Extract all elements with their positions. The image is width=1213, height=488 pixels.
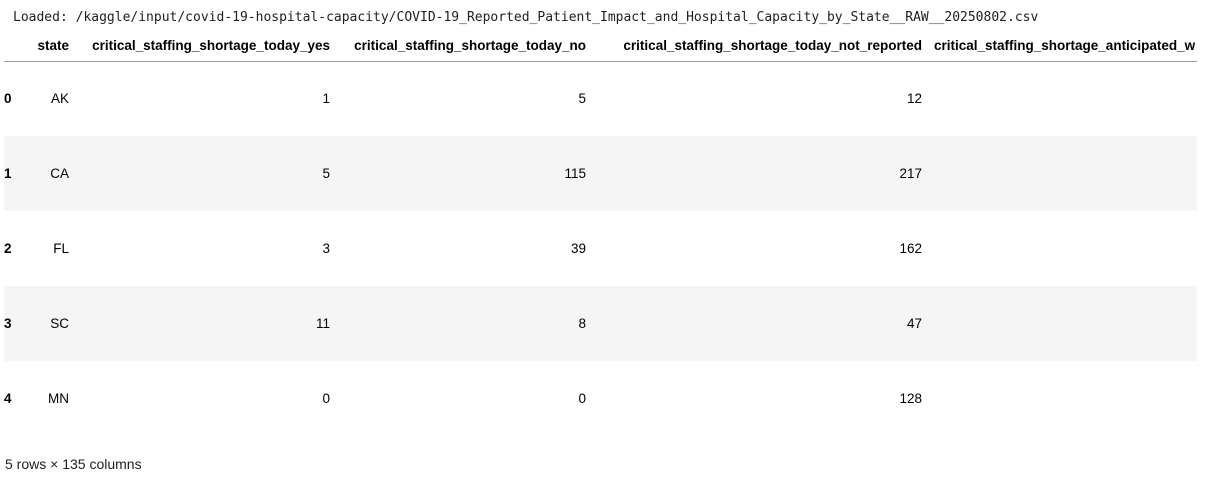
table-row: 2 FL 3 39 162 bbox=[4, 211, 1197, 286]
table-cell: 5 bbox=[322, 166, 330, 181]
table-cell: MN bbox=[48, 391, 69, 406]
dataframe-scroll-container[interactable]: state critical_staffing_shortage_today_y… bbox=[4, 30, 1197, 440]
table-row: 0 AK 1 5 12 bbox=[4, 61, 1197, 136]
table-cell bbox=[922, 211, 1197, 286]
column-header: critical_staffing_shortage_today_yes bbox=[69, 30, 330, 62]
stdout-loaded-message: Loaded: /kaggle/input/covid-19-hospital-… bbox=[13, 10, 1039, 25]
column-header: critical_staffing_shortage_today_no bbox=[330, 30, 586, 62]
table-cell bbox=[922, 136, 1197, 211]
table-cell: 12 bbox=[906, 91, 922, 107]
table-cell: 5 bbox=[578, 91, 586, 107]
table-cell: CA bbox=[50, 166, 69, 181]
dataframe-table: state critical_staffing_shortage_today_y… bbox=[4, 30, 1197, 436]
table-cell bbox=[922, 286, 1197, 361]
table-cell: 1 bbox=[322, 91, 330, 107]
row-index: 0 bbox=[4, 91, 12, 107]
index-header bbox=[4, 30, 32, 62]
column-header: critical_staffing_shortage_anticipated_w bbox=[922, 30, 1197, 62]
row-index: 3 bbox=[4, 316, 12, 331]
table-cell: 3 bbox=[322, 241, 330, 256]
table-cell: SC bbox=[50, 316, 69, 331]
table-cell: 0 bbox=[578, 391, 586, 406]
table-cell bbox=[922, 361, 1197, 436]
dataframe-shape-summary: 5 rows × 135 columns bbox=[5, 456, 142, 472]
table-cell: 115 bbox=[564, 166, 586, 181]
column-header: state bbox=[32, 30, 69, 62]
table-row: 1 CA 5 115 217 bbox=[4, 136, 1197, 211]
notebook-cell-output: Loaded: /kaggle/input/covid-19-hospital-… bbox=[0, 0, 1213, 488]
row-index: 2 bbox=[4, 241, 12, 256]
table-cell: 11 bbox=[315, 316, 330, 331]
table-header-row: state critical_staffing_shortage_today_y… bbox=[4, 30, 1197, 62]
table-cell: 128 bbox=[899, 391, 922, 406]
table-cell: AK bbox=[50, 91, 69, 107]
column-header: critical_staffing_shortage_today_not_rep… bbox=[586, 30, 922, 62]
table-row: 4 MN 0 0 128 bbox=[4, 361, 1197, 436]
table-row: 3 SC 11 8 47 bbox=[4, 286, 1197, 361]
row-index: 4 bbox=[4, 391, 12, 406]
table-cell: 8 bbox=[578, 316, 586, 331]
table-cell: 39 bbox=[570, 241, 586, 256]
table-cell: 162 bbox=[899, 241, 922, 256]
table-cell: 0 bbox=[322, 391, 330, 406]
table-cell: 217 bbox=[899, 166, 922, 181]
table-cell: FL bbox=[53, 241, 69, 256]
table-cell bbox=[922, 61, 1197, 136]
row-index: 1 bbox=[4, 166, 12, 181]
table-cell: 47 bbox=[906, 316, 922, 331]
